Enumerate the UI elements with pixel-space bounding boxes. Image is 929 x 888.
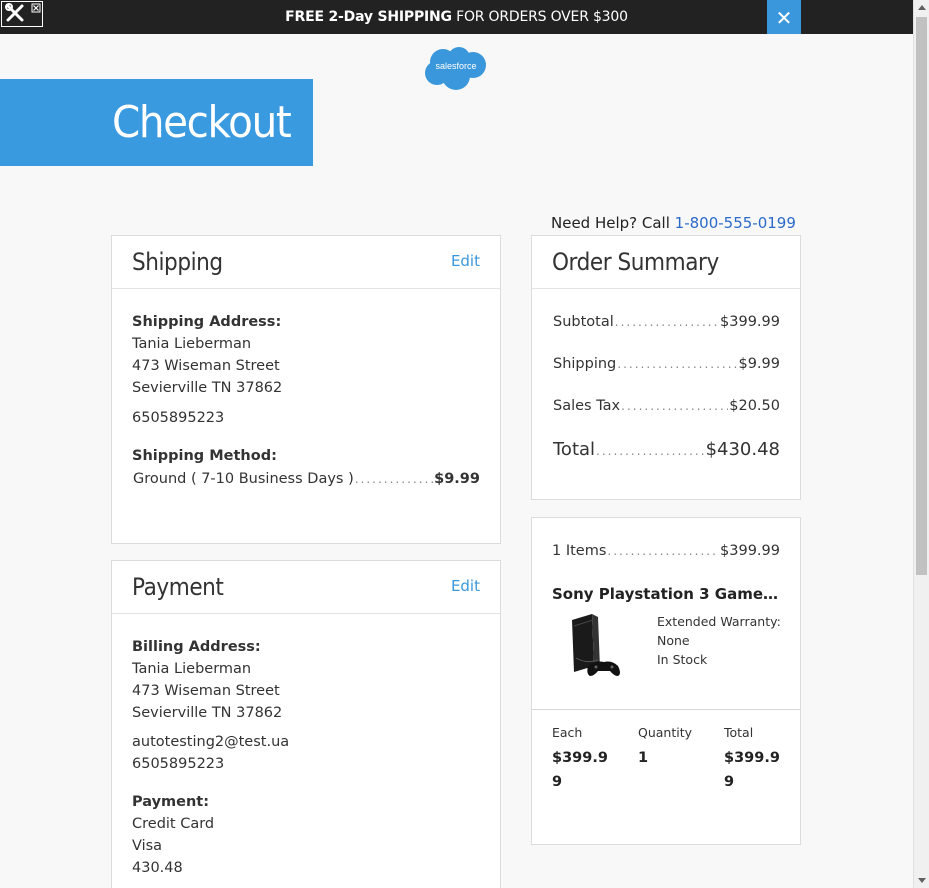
payment-card: Payment Edit Billing Address: Tania Lieb… [111, 560, 501, 888]
help-line: Need Help? Call 1-800-555-0199 [551, 214, 796, 232]
shipping-title: Shipping [132, 248, 223, 276]
warranty-label: Extended Warranty: [657, 614, 781, 629]
salesforce-logo[interactable]: salesforce [423, 45, 489, 91]
shipping-method-label: Shipping Method: [132, 448, 277, 464]
sales-tax-value: $20.50 [729, 398, 780, 414]
billing-phone: 6505895223 [132, 756, 225, 772]
payment-title: Payment [132, 573, 224, 601]
billing-name: Tania Lieberman [132, 661, 252, 677]
each-label: Each [552, 725, 583, 740]
close-promo-button[interactable]: ✕ [767, 0, 801, 34]
promo-bar: FREE 2-Day SHIPPING FOR ORDERS OVER $300… [0, 0, 913, 34]
shipping-phone: 6505895223 [132, 410, 225, 426]
shipping-cost-value: $9.99 [738, 356, 780, 372]
total-value: $430.48 [705, 439, 780, 460]
quantity-value: 1 [638, 750, 649, 766]
shipping-method-name: Ground ( 7-10 Business Days ) [133, 471, 354, 487]
payment-method-block: Payment: Credit Card Visa 430.48 [132, 791, 214, 879]
page-title: Checkout [112, 97, 292, 148]
each-column: Each $399.99 [552, 725, 610, 794]
scroll-thumb[interactable] [916, 17, 927, 575]
dot-leader: ........................................… [617, 357, 737, 371]
item-count-row: 1 Items ................................… [552, 543, 780, 559]
billing-email: autotesting2@test.ua [132, 734, 290, 750]
warranty-value: None [657, 633, 690, 648]
billing-city: Sevierville TN 37862 [132, 705, 283, 721]
item-count-value: $399.99 [720, 543, 780, 559]
each-value: $399.99 [552, 750, 608, 790]
order-summary-title: Order Summary [552, 248, 719, 276]
shipping-cost-label: Shipping [553, 356, 617, 372]
scroll-down-icon[interactable] [918, 878, 926, 883]
payment-type: Credit Card [132, 816, 215, 832]
scroll-up-icon[interactable] [918, 5, 926, 10]
shipping-cost-row: Shipping ...............................… [553, 356, 780, 372]
stock-status: In Stock [657, 652, 708, 667]
billing-address-block: Billing Address: Tania Lieberman 473 Wis… [132, 636, 289, 775]
billing-street: 473 Wiseman Street [132, 683, 280, 699]
shipping-card: Shipping Edit Shipping Address: Tania Li… [111, 235, 501, 544]
dot-leader: ........................................… [621, 399, 728, 413]
promo-rest: FOR ORDERS OVER $300 [451, 9, 628, 25]
product-image[interactable] [568, 614, 626, 680]
shipping-address-block: Shipping Address: Tania Lieberman 473 Wi… [132, 311, 282, 429]
shipping-edit-link[interactable]: Edit [451, 252, 480, 270]
subtotal-label: Subtotal [553, 314, 614, 330]
total-row: Total ..................................… [553, 439, 780, 460]
sales-tax-row: Sales Tax ..............................… [553, 398, 780, 414]
line-total-label: Total [724, 725, 754, 740]
item-count-label: 1 Items [552, 543, 607, 559]
shipping-street: 473 Wiseman Street [132, 358, 280, 374]
cart-items-card: 1 Items ................................… [531, 517, 801, 845]
order-summary-card: Order Summary Subtotal .................… [531, 235, 801, 500]
payment-edit-link[interactable]: Edit [451, 577, 480, 595]
billing-address-label: Billing Address: [132, 639, 261, 655]
help-phone-link[interactable]: 1-800-555-0199 [675, 214, 796, 232]
product-name[interactable]: Sony Playstation 3 Game Console [552, 585, 782, 603]
product-meta: Extended Warranty: None In Stock [657, 612, 781, 669]
quantity-column: Quantity 1 [638, 725, 698, 770]
line-total-value: $399.99 [724, 750, 780, 790]
shipping-method-block: Shipping Method: [132, 445, 277, 467]
logo-text: salesforce [435, 61, 477, 71]
total-label: Total [553, 439, 596, 460]
shipping-method-price: $9.99 [434, 471, 480, 487]
shipping-name: Tania Lieberman [132, 336, 252, 352]
line-total-column: Total $399.99 [724, 725, 782, 794]
payment-card-brand: Visa [132, 838, 163, 854]
shipping-address-label: Shipping Address: [132, 314, 282, 330]
sales-tax-label: Sales Tax [553, 398, 621, 414]
dot-leader: ........................................… [614, 315, 720, 329]
items-divider [532, 709, 800, 710]
help-text: Need Help? Call [551, 214, 675, 232]
payment-card-header: Payment Edit [112, 561, 500, 614]
payment-method-label: Payment: [132, 794, 210, 810]
page-scrollbar[interactable] [913, 0, 929, 888]
shipping-city: Sevierville TN 37862 [132, 380, 283, 396]
order-summary-header: Order Summary [532, 236, 800, 289]
dot-leader: ........................................… [607, 544, 719, 558]
shipping-card-header: Shipping Edit [112, 236, 500, 289]
payment-amount: 430.48 [132, 860, 183, 876]
dot-leader: ........................................… [596, 444, 705, 458]
checkout-banner: Checkout [0, 79, 313, 166]
quantity-label: Quantity [638, 725, 693, 740]
promo-bold: FREE 2-Day SHIPPING [285, 9, 452, 25]
shipping-method-row: Ground ( 7-10 Business Days ) ..........… [133, 471, 480, 487]
subtotal-row: Subtotal ...............................… [553, 314, 780, 330]
subtotal-value: $399.99 [720, 314, 780, 330]
dot-leader: ........................................… [354, 472, 433, 486]
